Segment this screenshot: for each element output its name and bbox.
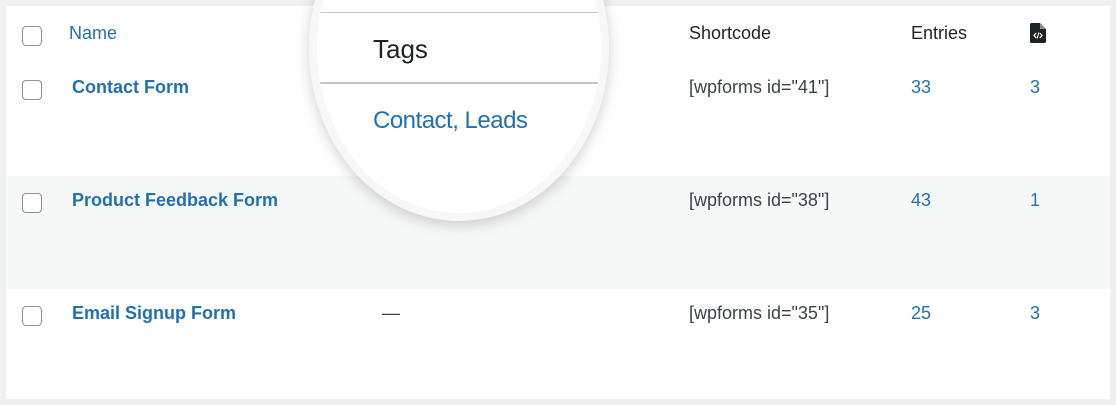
entries-link[interactable]: 25 bbox=[911, 303, 931, 324]
row-checkbox[interactable] bbox=[22, 306, 42, 326]
count-link[interactable]: 3 bbox=[1030, 303, 1040, 324]
shortcode-cell: [wpforms id="38"] bbox=[689, 190, 830, 210]
form-name-link[interactable]: Email Signup Form bbox=[72, 303, 236, 324]
form-name-link[interactable]: Contact Form bbox=[72, 77, 189, 98]
tags-value-link[interactable]: Contact, Leads bbox=[373, 107, 528, 135]
count-link[interactable]: 3 bbox=[1030, 77, 1040, 98]
select-all-checkbox[interactable] bbox=[22, 26, 42, 46]
column-header-name[interactable]: Name bbox=[69, 23, 117, 44]
tags-column-header: Tags bbox=[373, 34, 428, 64]
entries-link[interactable]: 33 bbox=[911, 77, 931, 98]
magnifier-divider bbox=[317, 82, 601, 84]
table-row: Email Signup Form — [wpforms id="35"] 25… bbox=[6, 289, 1110, 399]
magnifier-header-top-line bbox=[317, 12, 601, 13]
table-row: Product Feedback Form [wpforms id="38"] … bbox=[6, 176, 1110, 289]
tags-cell: — bbox=[382, 303, 400, 323]
shortcode-cell: [wpforms id="35"] bbox=[689, 303, 830, 323]
file-code-icon bbox=[1030, 23, 1046, 43]
shortcode-cell: [wpforms id="41"] bbox=[689, 77, 830, 97]
entries-link[interactable]: 43 bbox=[911, 190, 931, 211]
row-checkbox[interactable] bbox=[22, 80, 42, 100]
column-header-entries: Entries bbox=[911, 23, 968, 43]
count-link[interactable]: 1 bbox=[1030, 190, 1040, 211]
row-checkbox[interactable] bbox=[22, 193, 42, 213]
form-name-link[interactable]: Product Feedback Form bbox=[72, 190, 278, 211]
column-header-shortcode: Shortcode bbox=[689, 23, 772, 43]
